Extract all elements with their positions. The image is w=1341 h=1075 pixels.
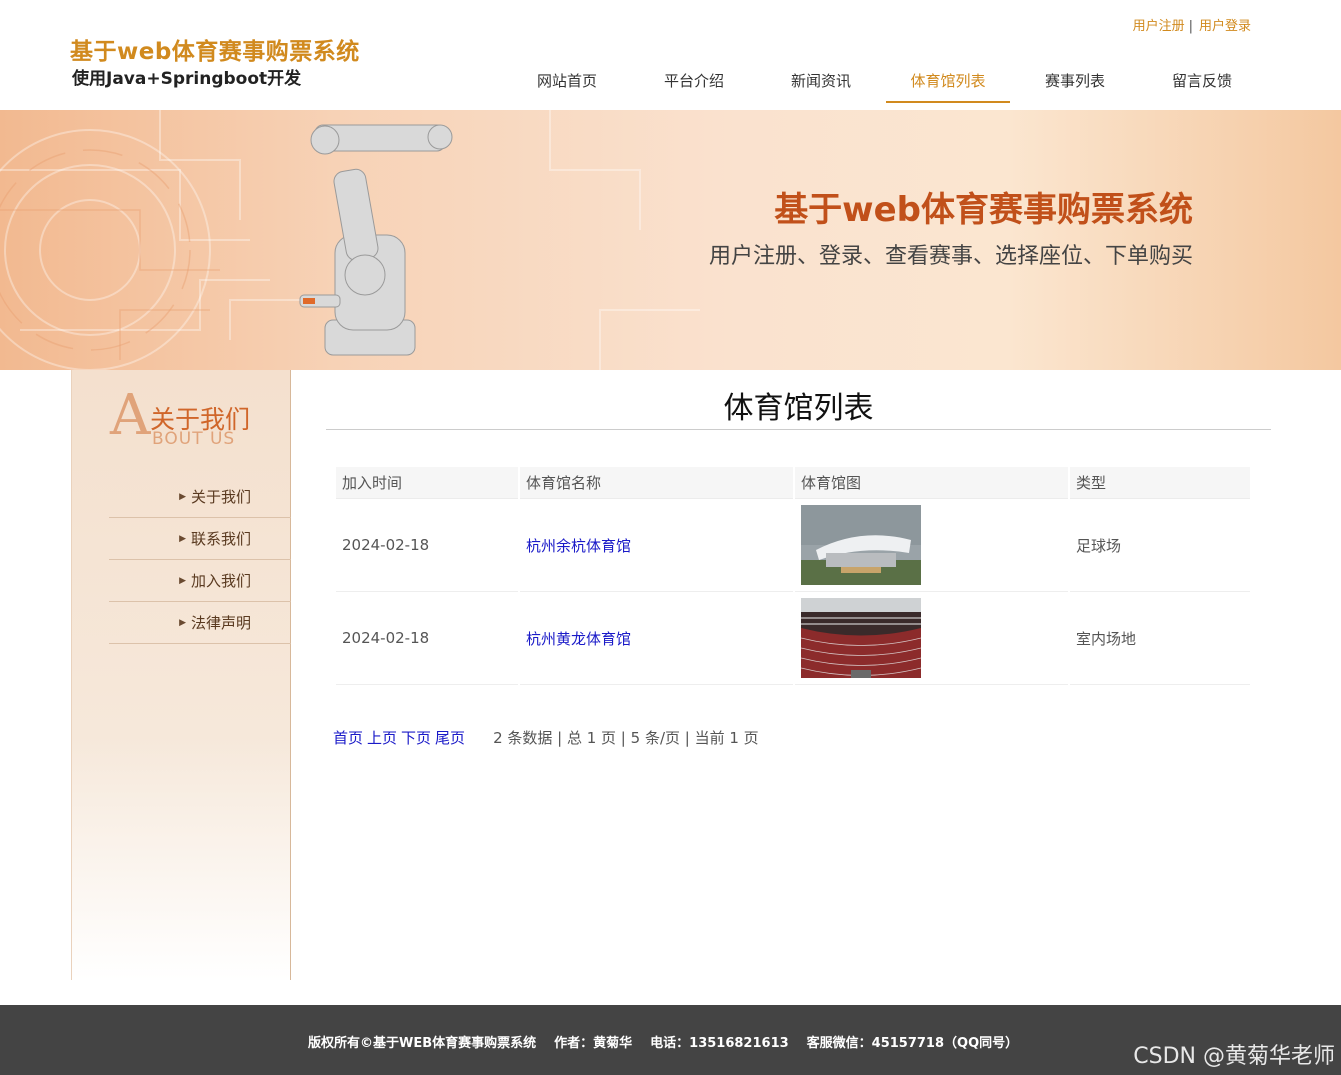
sidebar: A 关于我们 BOUT US ▶ 关于我们 ▶ 联系我们 ▶ 加入我们 ▶ 法律声明: [71, 370, 291, 980]
main-content: 体育馆列表 加入时间 体育馆名称 体育馆图 类型 2024-02-18 杭州余杭…: [326, 370, 1271, 747]
cell-name: 杭州余杭体育馆: [520, 499, 793, 592]
about-big-letter: A: [110, 383, 151, 448]
sidebar-item-legal[interactable]: ▶ 法律声明: [109, 602, 291, 644]
site-footer: 版权所有©基于WEB体育赛事购票系统 作者：黄菊华 电话：13516821613 客服…: [0, 1005, 1341, 1075]
banner-subtitle: 用户注册、登录、查看赛事、选择座位、下单购买: [708, 244, 1193, 269]
register-link[interactable]: 用户注册: [1133, 19, 1185, 34]
table-row: 2024-02-18 杭州黄龙体育馆 室内场地: [336, 592, 1250, 685]
sidebar-item-label: 联系我们: [190, 530, 251, 548]
cell-image: [795, 592, 1068, 685]
table-row: 2024-02-18 杭州余杭体育馆 足球场: [336, 499, 1250, 592]
cell-image: [795, 499, 1068, 592]
cell-date: 2024-02-18: [336, 499, 518, 592]
column-header-type: 类型: [1070, 467, 1250, 499]
pager-last[interactable]: 尾页: [435, 729, 465, 747]
table-header-row: 加入时间 体育馆名称 体育馆图 类型: [336, 467, 1250, 499]
chevron-right-icon: ▶: [179, 533, 186, 544]
nav-event-list[interactable]: 赛事列表: [1013, 66, 1137, 103]
chevron-right-icon: ▶: [179, 617, 186, 628]
sidebar-menu: ▶ 关于我们 ▶ 联系我们 ▶ 加入我们 ▶ 法律声明: [109, 476, 291, 644]
nav-platform-intro[interactable]: 平台介绍: [632, 66, 756, 103]
nav-home[interactable]: 网站首页: [505, 66, 629, 103]
stadium-table: 加入时间 体育馆名称 体育馆图 类型 2024-02-18 杭州余杭体育馆 足球…: [334, 467, 1252, 685]
footer-author: 作者：黄菊华: [554, 1036, 633, 1051]
logo-subtitle: 使用Java+Springboot开发: [72, 69, 302, 89]
column-header-image: 体育馆图: [795, 467, 1068, 499]
nav-stadium-list[interactable]: 体育馆列表: [886, 66, 1010, 103]
page-title: 体育馆列表: [326, 370, 1271, 430]
banner-title: 基于web体育赛事购票系统: [774, 190, 1193, 230]
column-header-name: 体育馆名称: [520, 467, 793, 499]
nav-news[interactable]: 新闻资讯: [759, 66, 883, 103]
footer-copyright: 版权所有©基于WEB体育赛事购票系统: [308, 1036, 537, 1051]
sidebar-title-en: BOUT US: [152, 429, 236, 449]
sidebar-item-about[interactable]: ▶ 关于我们: [109, 476, 291, 518]
column-header-date: 加入时间: [336, 467, 518, 499]
cell-name: 杭州黄龙体育馆: [520, 592, 793, 685]
stadium-name-link[interactable]: 杭州余杭体育馆: [526, 537, 631, 555]
pager-next[interactable]: 下页: [401, 729, 431, 747]
user-links: 用户注册 | 用户登录: [1133, 15, 1251, 34]
site-header: 基于web体育赛事购票系统 使用Java+Springboot开发 用户注册 | 用…: [0, 0, 1341, 110]
footer-phone: 电话：13516821613: [650, 1036, 789, 1051]
pager-first[interactable]: 首页: [333, 729, 363, 747]
arena-interior-image[interactable]: [801, 598, 921, 678]
footer-text: 版权所有©基于WEB体育赛事购票系统 作者：黄菊华 电话：13516821613 客服…: [308, 1032, 1036, 1051]
cell-date: 2024-02-18: [336, 592, 518, 685]
stadium-exterior-image[interactable]: [801, 505, 921, 585]
nav-feedback[interactable]: 留言反馈: [1140, 66, 1264, 103]
sidebar-item-label: 加入我们: [190, 572, 251, 590]
link-separator: |: [1188, 19, 1193, 34]
login-link[interactable]: 用户登录: [1199, 19, 1251, 34]
csdn-watermark: CSDN @黄菊华老师: [1133, 1044, 1335, 1069]
logo-title[interactable]: 基于web体育赛事购票系统: [70, 32, 360, 66]
pagination: 首页 上页 下页 尾页 2 条数据 | 总 1 页 | 5 条/页 | 当前 1 页: [333, 727, 759, 748]
pager-prev[interactable]: 上页: [367, 729, 397, 747]
sidebar-item-label: 法律声明: [190, 614, 251, 632]
sidebar-item-join[interactable]: ▶ 加入我们: [109, 560, 291, 602]
cell-type: 足球场: [1070, 499, 1250, 592]
main-nav: 网站首页 平台介绍 新闻资讯 体育馆列表 赛事列表 留言反馈: [505, 66, 1267, 103]
sidebar-item-contact[interactable]: ▶ 联系我们: [109, 518, 291, 560]
footer-wechat: 客服微信：45157718（QQ同号）: [806, 1036, 1019, 1051]
cell-type: 室内场地: [1070, 592, 1250, 685]
pager-info: 2 条数据 | 总 1 页 | 5 条/页 | 当前 1 页: [493, 729, 759, 747]
chevron-right-icon: ▶: [179, 575, 186, 586]
sidebar-item-label: 关于我们: [190, 488, 251, 506]
chevron-right-icon: ▶: [179, 491, 186, 502]
stadium-name-link[interactable]: 杭州黄龙体育馆: [526, 630, 631, 648]
hero-banner: 基于web体育赛事购票系统 用户注册、登录、查看赛事、选择座位、下单购买: [0, 110, 1341, 370]
robot-arm-image: [299, 124, 453, 356]
